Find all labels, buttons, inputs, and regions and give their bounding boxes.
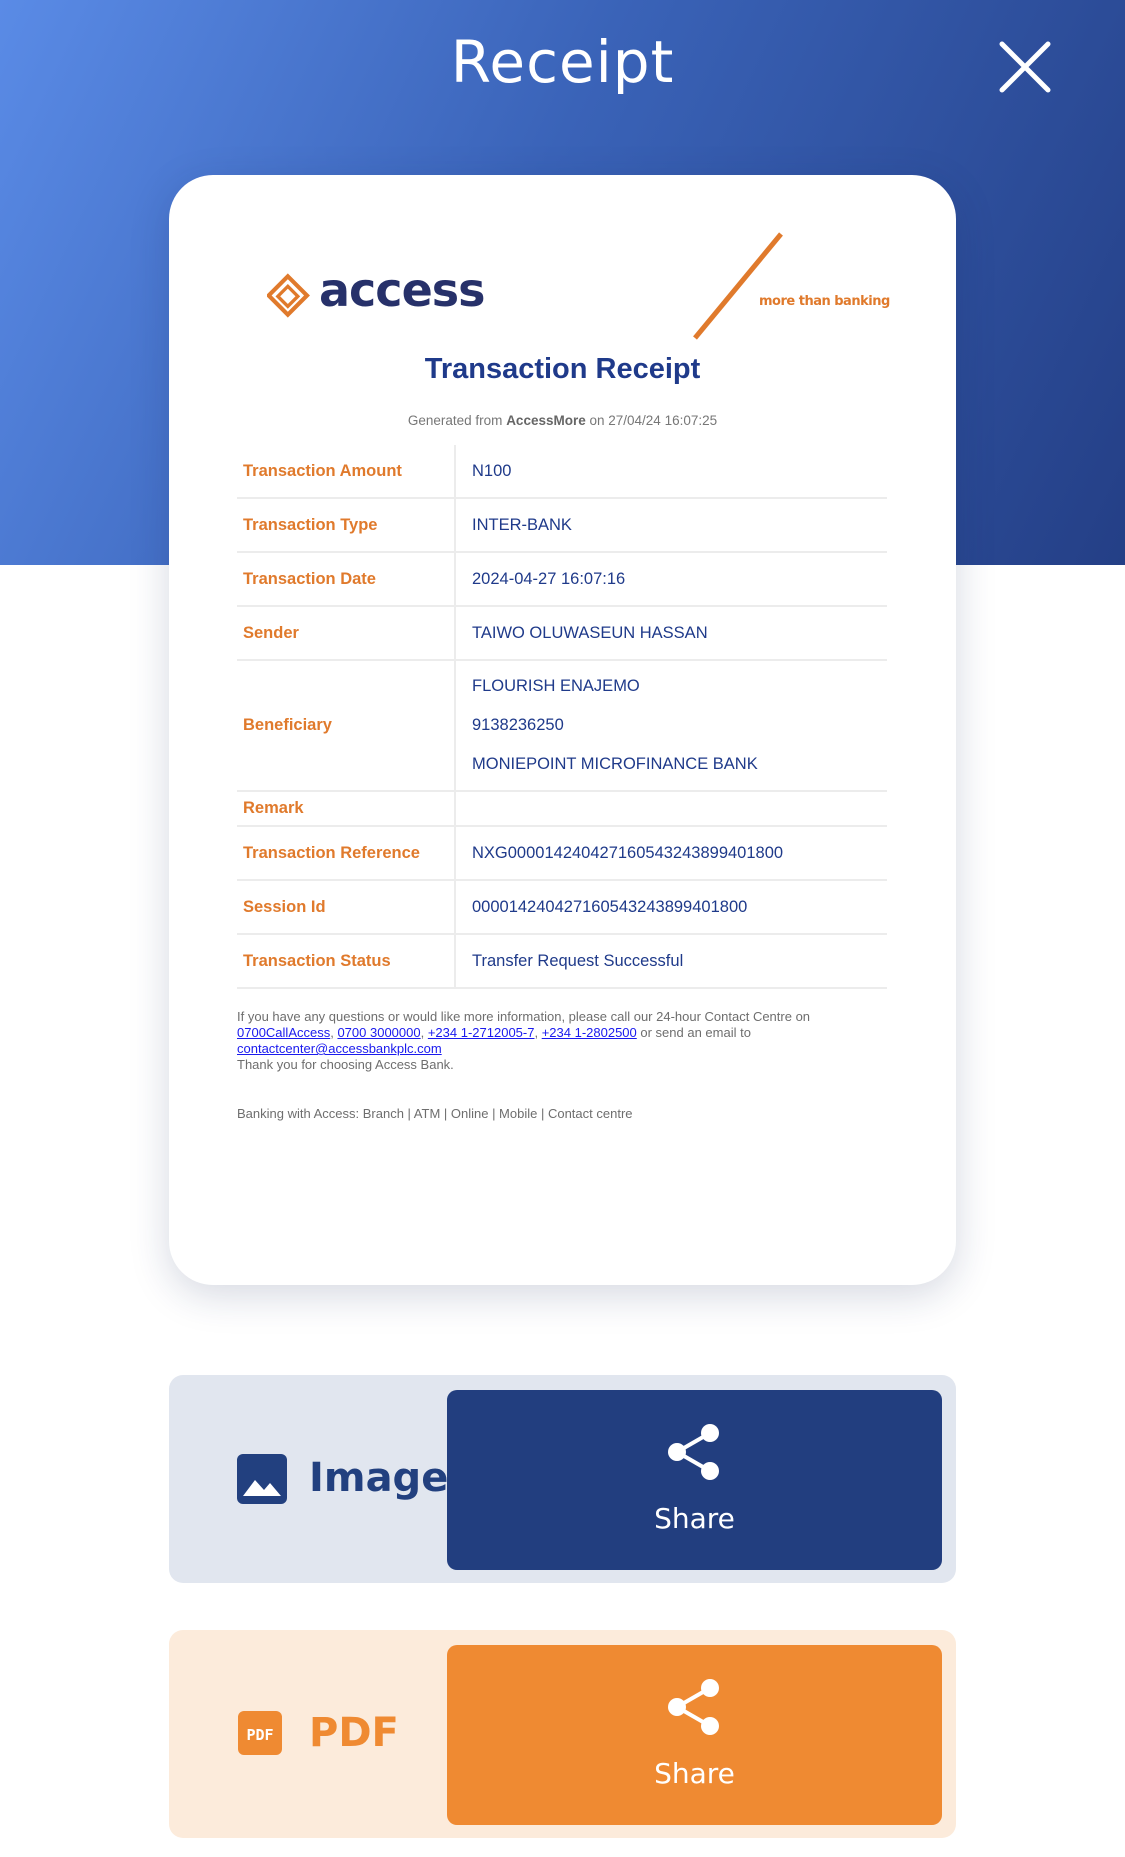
share-pdf-button[interactable]: Share [447,1645,942,1825]
row-transaction-amount: Transaction Amount N100 [237,445,887,499]
close-button[interactable] [996,38,1054,96]
row-session-id: Session Id 00001424042716054324389940180… [237,881,887,935]
row-sender: Sender TAIWO OLUWASEUN HASSAN [237,607,887,661]
row-transaction-status: Transaction Status Transfer Request Succ… [237,935,887,989]
pdf-label: PDF [309,1710,399,1756]
pdf-icon: PDF [238,1711,282,1755]
generated-app: AccessMore [506,413,586,428]
share-pdf-panel: PDF PDF Share [169,1630,956,1838]
close-icon [999,41,1051,93]
row-label: Transaction Date [237,553,456,605]
banking-channels: Banking with Access: Branch | ATM | Onli… [237,1106,633,1121]
row-value: TAIWO OLUWASEUN HASSAN [472,623,708,642]
email-link[interactable]: contactcenter@accessbankplc.com [237,1041,442,1056]
row-value: INTER-BANK [472,515,572,534]
brand-slash-icon [693,232,783,340]
footer-phones: 0700CallAccess, 0700 3000000, +234 1-271… [237,1025,751,1040]
share-label: Share [654,1502,735,1535]
row-value [456,792,887,825]
share-image-button[interactable]: Share [447,1390,942,1570]
svg-text:PDF: PDF [246,1726,273,1744]
row-label: Transaction Type [237,499,456,551]
image-icon [237,1454,287,1504]
row-transaction-type: Transaction Type INTER-BANK [237,499,887,553]
receipt-details-table: Transaction Amount N100 Transaction Type… [237,445,887,989]
row-remark: Remark [237,792,887,827]
beneficiary-bank: MONIEPOINT MICROFINANCE BANK [472,755,758,773]
row-transaction-date: Transaction Date 2024-04-27 16:07:16 [237,553,887,607]
row-value: 2024-04-27 16:07:16 [472,569,626,588]
image-label: Image [309,1455,449,1501]
phone-link[interactable]: 0700 3000000 [337,1025,420,1040]
row-beneficiary: Beneficiary FLOURISH ENAJEMO 9138236250 … [237,661,887,792]
beneficiary-account: 9138236250 [472,716,564,734]
phone-link[interactable]: +234 1-2712005-7 [428,1025,535,1040]
row-label: Transaction Amount [237,445,456,497]
row-value: N100 [472,461,512,480]
footer-intro: If you have any questions or would like … [237,1009,811,1024]
row-label: Sender [237,607,456,659]
row-value: FLOURISH ENAJEMO 9138236250 MONIEPOINT M… [456,661,887,790]
brand-tagline: more than banking [759,294,890,309]
row-value: NXG000014240427160543243899401800 [472,843,784,862]
access-logo-text: access [319,263,486,317]
footer-thanks: Thank you for choosing Access Bank. [237,1057,454,1072]
phone-link[interactable]: +234 1-2802500 [542,1025,637,1040]
row-label: Transaction Reference [237,827,456,879]
generated-suffix: on 27/04/24 16:07:25 [589,413,718,428]
beneficiary-name: FLOURISH ENAJEMO [472,677,640,695]
row-label: Transaction Status [237,935,456,987]
row-value: 000014240427160543243899401800 [472,897,748,916]
row-label: Remark [237,792,456,825]
generated-note: Generated from AccessMore on 27/04/24 16… [169,413,956,428]
contact-footer: If you have any questions or would like … [237,1009,897,1073]
receipt-card: access more than banking Transaction Rec… [169,175,956,1285]
email-intro: or send an email to [640,1025,751,1040]
share-icon [668,1424,719,1480]
generated-prefix: Generated from [407,413,503,428]
share-image-panel: Image Share [169,1375,956,1583]
receipt-title: Transaction Receipt [424,353,701,385]
share-label: Share [654,1757,735,1790]
row-label: Beneficiary [237,661,456,790]
access-logo-icon [267,273,310,318]
row-transaction-reference: Transaction Reference NXG000014240427160… [237,827,887,881]
phone-link[interactable]: 0700CallAccess [237,1025,330,1040]
row-value: Transfer Request Successful [472,951,684,970]
share-icon [668,1679,719,1735]
screen-title: Receipt [450,28,675,96]
row-label: Session Id [237,881,456,933]
